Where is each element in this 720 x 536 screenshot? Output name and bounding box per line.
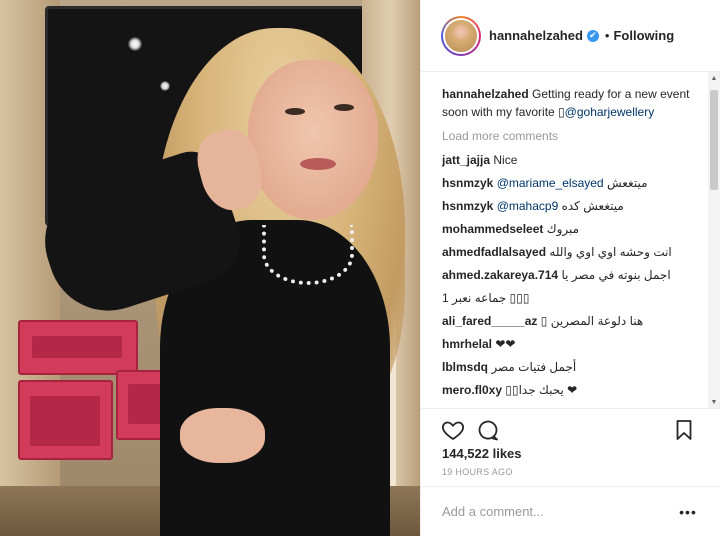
comment-text: ميتغعش كده bbox=[558, 199, 624, 213]
comment-text: Nice bbox=[493, 153, 518, 167]
comment-mention-link[interactable]: @mahacp9 bbox=[497, 199, 559, 213]
following-button[interactable]: Following bbox=[613, 28, 674, 43]
comment-username[interactable]: jatt_jajja bbox=[442, 153, 490, 167]
comment-text: جماعه نعبر 1 ▯▯▯ bbox=[442, 291, 530, 305]
post-caption: hannahelzahed Getting ready for a new ev… bbox=[442, 85, 699, 121]
post-panel: hannahelzahed ✔ • Following hannahelzahe… bbox=[420, 0, 720, 536]
comment-username[interactable]: hsnmzyk bbox=[442, 176, 493, 190]
comment-row: ali_fared_____az ▯ هنا دلوعة المصرين bbox=[442, 312, 699, 330]
scroll-down-arrow-icon[interactable]: ▼ bbox=[708, 396, 720, 408]
caption-mention-link[interactable]: @goharjewellery bbox=[565, 105, 655, 119]
header-separator: • bbox=[604, 28, 610, 43]
comment-username[interactable]: ahmed.zakareya.714 bbox=[442, 268, 558, 282]
comment-row: جماعه نعبر 1 ▯▯▯ bbox=[442, 289, 699, 307]
photo-eye bbox=[334, 104, 354, 111]
likes-count[interactable]: 144,522 likes bbox=[442, 446, 522, 461]
comment-username[interactable]: hmrhelal bbox=[442, 337, 492, 351]
comment-text: مبروك bbox=[546, 222, 580, 236]
comment-text: ▯ هنا دلوعة المصرين bbox=[540, 314, 644, 328]
load-more-comments-link[interactable]: Load more comments bbox=[442, 127, 699, 145]
photo-face bbox=[248, 60, 378, 220]
caption-emoji-glyph: ▯ bbox=[558, 105, 565, 119]
comment-mention-link[interactable]: @mariame_elsayed bbox=[497, 176, 604, 190]
comment-row: jatt_jajja Nice bbox=[442, 151, 699, 169]
post-actions bbox=[421, 408, 720, 448]
comment-row: mohammedseleet مبروك bbox=[442, 220, 699, 238]
comment-row: hsnmzyk @mahacp9 ميتغعش كده bbox=[442, 197, 699, 215]
post-timestamp[interactable]: 19 HOURS AGO bbox=[442, 467, 513, 477]
avatar[interactable] bbox=[441, 15, 481, 56]
comment-text: انت وحشه اوي اوي والله bbox=[549, 245, 672, 259]
header-username[interactable]: hannahelzahed bbox=[489, 28, 583, 43]
comment-row: mero.fl0xy ▯▯يحبك جدا ❤ bbox=[442, 381, 699, 399]
comment-text: ❤❤ bbox=[495, 337, 516, 351]
comment-row: lblmsdq أجمل فتيات مصر bbox=[442, 358, 699, 376]
post-photo[interactable] bbox=[0, 0, 420, 536]
add-comment-input[interactable] bbox=[442, 504, 676, 519]
comments-list[interactable]: hannahelzahed Getting ready for a new ev… bbox=[421, 72, 720, 408]
comment-text: ميتغعش bbox=[603, 176, 648, 190]
comment-row: hmrhelal ❤❤ bbox=[442, 335, 699, 353]
comment-row: ahmed.zakareya.714 اجمل بنوته في مصر يا bbox=[442, 266, 699, 284]
comments-scrollbar[interactable]: ▲ ▼ bbox=[708, 72, 720, 408]
comment-text: اجمل بنوته في مصر يا bbox=[561, 268, 671, 282]
comment-bubble-icon[interactable] bbox=[476, 418, 500, 442]
post-header: hannahelzahed ✔ • Following bbox=[421, 0, 720, 72]
photo-necklace bbox=[262, 225, 354, 285]
more-options-icon[interactable]: ••• bbox=[676, 504, 700, 520]
comment-row: ahmedfadlalsayed انت وحشه اوي اوي والله bbox=[442, 243, 699, 261]
photo-hand bbox=[180, 408, 265, 463]
comment-username[interactable]: mero.fl0xy bbox=[442, 383, 502, 397]
heart-icon[interactable] bbox=[441, 418, 465, 442]
comment-username[interactable]: mohammedseleet bbox=[442, 222, 543, 236]
comment-username[interactable]: ali_fared_____az bbox=[442, 314, 537, 328]
scrollbar-thumb[interactable] bbox=[710, 90, 718, 190]
photo-lips bbox=[300, 158, 336, 170]
scroll-up-arrow-icon[interactable]: ▲ bbox=[708, 72, 720, 84]
photo-eye bbox=[285, 108, 305, 115]
comment-text: أجمل فتيات مصر bbox=[491, 360, 577, 374]
caption-username[interactable]: hannahelzahed bbox=[442, 87, 529, 101]
add-comment-bar: ••• bbox=[421, 486, 720, 536]
comment-username[interactable]: hsnmzyk bbox=[442, 199, 493, 213]
comment-row: hsnmzyk @mariame_elsayed ميتغعش bbox=[442, 174, 699, 192]
verified-badge-icon: ✔ bbox=[586, 29, 599, 42]
photo-ceiling-light bbox=[160, 81, 170, 91]
comment-username[interactable]: ahmedfadlalsayed bbox=[442, 245, 546, 259]
photo-ceiling-light bbox=[128, 37, 142, 51]
comment-text: ▯▯يحبك جدا ❤ bbox=[505, 383, 578, 397]
bookmark-icon[interactable] bbox=[672, 418, 696, 442]
comment-username[interactable]: lblmsdq bbox=[442, 360, 488, 374]
